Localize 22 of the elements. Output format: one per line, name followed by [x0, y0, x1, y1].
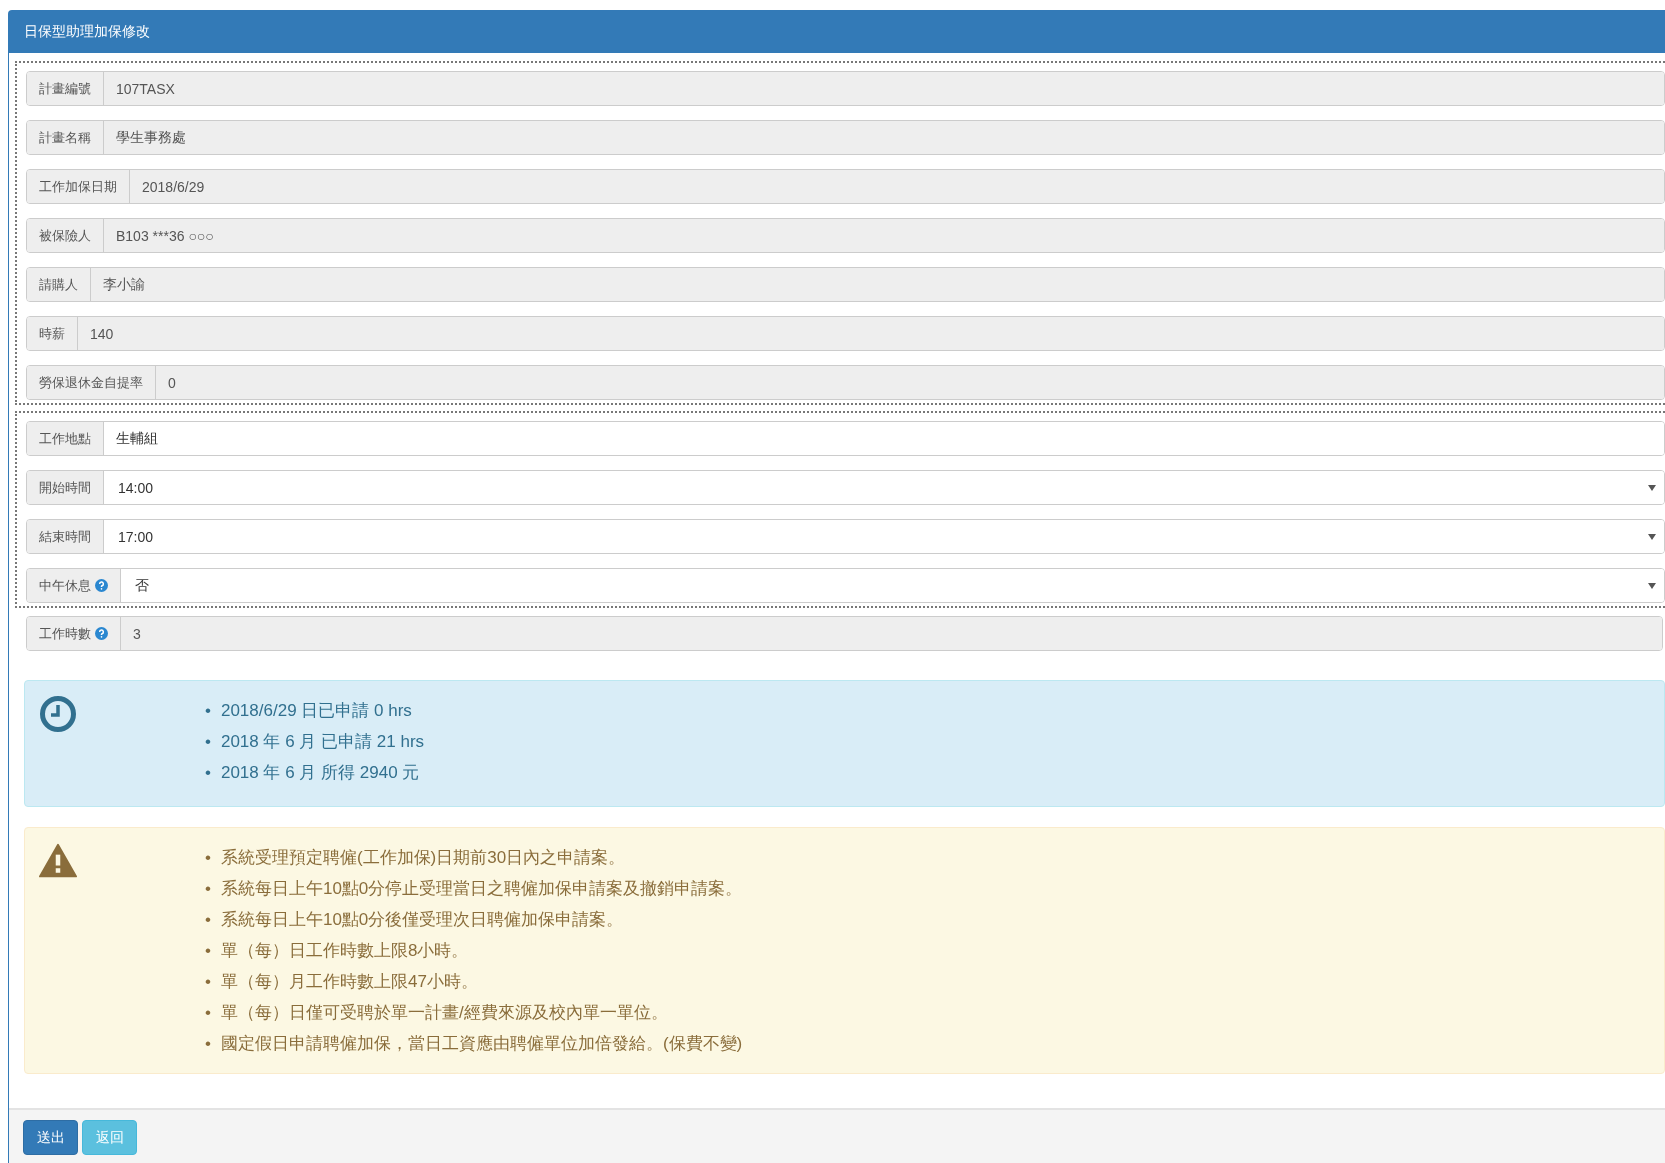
alert-item: 系統受理預定聘僱(工作加保)日期前30日內之申請案。: [220, 846, 626, 869]
bullet-marker: •: [205, 846, 211, 869]
bullet-marker: •: [205, 1032, 211, 1055]
panel-title: 日保型助理加保修改: [9, 11, 1665, 53]
alert-item: 單（每）日工作時數上限8小時。: [220, 939, 469, 962]
alert-item: 2018 年 6 月 所得 2940 元: [220, 761, 420, 784]
bullet-marker: •: [205, 699, 211, 722]
alert-item: 2018/6/29 日已申請 0 hrs: [220, 699, 412, 722]
alert-item: 2018 年 6 月 已申請 21 hrs: [220, 730, 425, 753]
submit-button[interactable]: 送出: [23, 1120, 78, 1155]
alert-item: 單（每）日僅可受聘於單一計畫/經費來源及校內單一單位。: [220, 1001, 668, 1024]
alert-item: 單（每）月工作時數上限47小時。: [220, 970, 478, 993]
bullet-marker: •: [205, 939, 211, 962]
bullet-marker: •: [205, 970, 211, 993]
bullet-marker: •: [205, 1001, 211, 1024]
alert-item: 系統每日上午10點0分停止受理當日之聘僱加保申請案及撤銷申請案。: [220, 877, 743, 900]
bullet-marker: •: [205, 730, 211, 753]
alert-item: 國定假日申請聘僱加保，當日工資應由聘僱單位加倍發給。(保費不變): [220, 1032, 743, 1055]
bullet-marker: •: [205, 908, 211, 931]
bullet-marker: •: [205, 761, 211, 784]
alert-item: 系統每日上午10點0分後僅受理次日聘僱加保申請案。: [220, 908, 624, 931]
bullet-marker: •: [205, 877, 211, 900]
